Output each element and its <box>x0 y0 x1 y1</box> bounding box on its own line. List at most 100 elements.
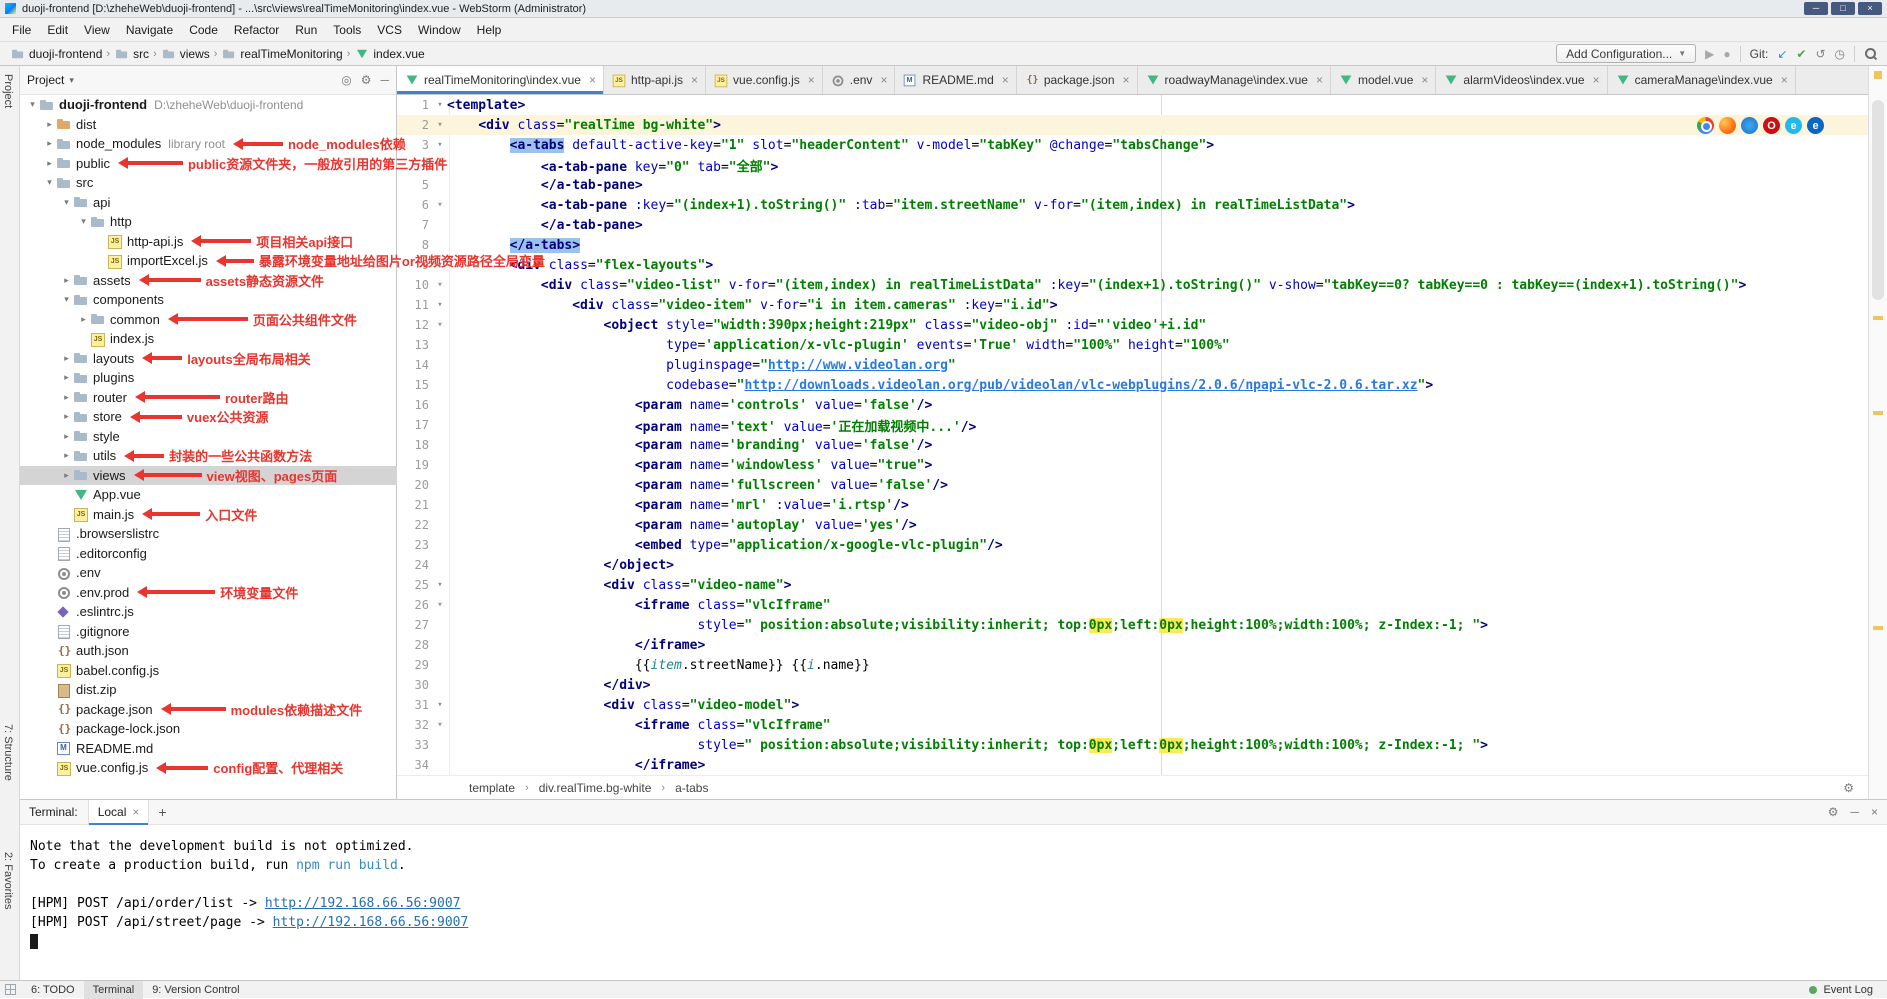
tree-item-app-vue[interactable]: App.vue <box>20 485 397 505</box>
fold-icon[interactable]: ▾ <box>433 100 447 110</box>
breadcrumb-src[interactable]: src <box>114 47 149 61</box>
chevron-right-icon[interactable]: ▸ <box>43 138 56 149</box>
terminal-output[interactable]: Note that the development build is not o… <box>20 825 1887 980</box>
inspection-status-icon[interactable] <box>1874 71 1882 79</box>
code-line[interactable]: 2▾ <div class="realTime bg-white"> <box>397 115 1868 135</box>
code-line[interactable]: 20 <param name='fullscreen' value='false… <box>397 475 1868 495</box>
tree-item-env[interactable]: .env <box>20 563 397 583</box>
add-configuration-button[interactable]: Add Configuration... ▼ <box>1556 44 1696 63</box>
status-6-todo[interactable]: 6: TODO <box>22 981 84 999</box>
code-line[interactable]: 3▾ <a-tabs default-active-key="1" slot="… <box>397 135 1868 155</box>
tab-package-json[interactable]: package.json× <box>1017 66 1138 94</box>
tree-item-public[interactable]: ▸publicpublic资源文件夹，一般放引用的第三方插件 <box>20 154 397 174</box>
chevron-down-icon[interactable]: ▾ <box>60 197 73 208</box>
chevron-right-icon[interactable]: ▸ <box>60 450 73 461</box>
tree-item-views[interactable]: ▸viewsview视图、pages页面 <box>20 466 397 486</box>
tree-item-plugins[interactable]: ▸plugins <box>20 368 397 388</box>
status-terminal[interactable]: Terminal <box>84 981 144 999</box>
warning-mark[interactable] <box>1873 316 1883 320</box>
git-commit-icon[interactable]: ✔ <box>1796 46 1806 62</box>
tab-close-icon[interactable]: × <box>1123 73 1130 87</box>
warning-mark[interactable] <box>1873 626 1883 630</box>
code-line[interactable]: 10▾ <div class="video-list" v-for="(item… <box>397 275 1868 295</box>
gear-icon[interactable]: ⚙ <box>1843 781 1854 795</box>
fold-icon[interactable]: ▾ <box>433 140 447 150</box>
close-icon[interactable]: × <box>1871 805 1878 819</box>
chevron-down-icon[interactable]: ▾ <box>60 294 73 305</box>
tree-item-vue-config-js[interactable]: vue.config.jsconfig配置、代理相关 <box>20 758 397 778</box>
tree-item-http-api-js[interactable]: http-api.js项目相关api接口 <box>20 232 397 252</box>
chevron-down-icon[interactable]: ▾ <box>26 99 39 110</box>
tree-item-common[interactable]: ▸common页面公共组件文件 <box>20 310 397 330</box>
tab-roadwaymanage-index-vue[interactable]: roadwayManage\index.vue× <box>1138 66 1331 94</box>
fold-icon[interactable]: ▾ <box>433 280 447 290</box>
tree-item-node-modules[interactable]: ▸node_moduleslibrary rootnode_modules依赖 <box>20 134 397 154</box>
tab-env[interactable]: .env× <box>823 66 896 94</box>
chevron-down-icon[interactable]: ▾ <box>77 216 90 227</box>
code-line[interactable]: 28 </iframe> <box>397 635 1868 655</box>
code-line[interactable]: 16 <param name='controls' value='false'/… <box>397 395 1868 415</box>
tree-item-env-prod[interactable]: .env.prod环境变量文件 <box>20 583 397 603</box>
tab-vue-config-js[interactable]: vue.config.js× <box>706 66 823 94</box>
menu-tools[interactable]: Tools <box>325 20 369 40</box>
status-9-version-control[interactable]: 9: Version Control <box>143 981 248 999</box>
git-revert-icon[interactable]: ↺ <box>1815 46 1825 62</box>
fold-icon[interactable]: ▾ <box>433 300 447 310</box>
locate-icon[interactable]: ◎ <box>341 73 351 87</box>
tab-close-icon[interactable]: × <box>1781 73 1788 87</box>
chevron-right-icon[interactable]: ▸ <box>60 392 73 403</box>
tree-item-eslintrc-js[interactable]: .eslintrc.js <box>20 602 397 622</box>
chevron-right-icon[interactable]: ▸ <box>60 470 73 481</box>
tab-cameramanage-index-vue[interactable]: cameraManage\index.vue× <box>1608 66 1796 94</box>
chevron-down-icon[interactable]: ▾ <box>69 75 74 86</box>
chevron-right-icon[interactable]: ▸ <box>60 431 73 442</box>
code-line[interactable]: 5 </a-tab-pane> <box>397 175 1868 195</box>
code-line[interactable]: 32▾ <iframe class="vlcIframe" <box>397 715 1868 735</box>
terminal-tab-local[interactable]: Local× <box>88 800 150 825</box>
tree-item-style[interactable]: ▸style <box>20 427 397 447</box>
fold-icon[interactable]: ▾ <box>433 200 447 210</box>
tree-item-browserslistrc[interactable]: .browserslistrc <box>20 524 397 544</box>
new-terminal-button[interactable]: + <box>158 804 166 820</box>
tool-windows-icon[interactable] <box>5 984 16 995</box>
tree-item-assets[interactable]: ▸assetsassets静态资源文件 <box>20 271 397 291</box>
tree-item-main-js[interactable]: main.js入口文件 <box>20 505 397 525</box>
code-line[interactable]: 29 {{item.streetName}} {{i.name}} <box>397 655 1868 675</box>
debug-icon[interactable]: ● <box>1723 46 1730 62</box>
git-update-icon[interactable]: ↙ <box>1777 46 1787 62</box>
tab-close-icon[interactable]: × <box>1002 73 1009 87</box>
ie-browser-icon[interactable]: e <box>1785 117 1802 134</box>
code-line[interactable]: 19 <param name='windowless' value="true"… <box>397 455 1868 475</box>
fold-icon[interactable]: ▾ <box>433 700 447 710</box>
terminal-link[interactable]: http://192.168.66.56:9007 <box>265 896 461 911</box>
code-line[interactable]: 21 <param name='mrl' :value='i.rtsp'/> <box>397 495 1868 515</box>
warning-mark[interactable] <box>1873 411 1883 415</box>
editor-breadcrumb-template[interactable]: template <box>469 781 515 795</box>
toolwindow-project[interactable]: Project <box>2 74 14 108</box>
code-line[interactable]: 8 </a-tabs> <box>397 235 1868 255</box>
tree-item-api[interactable]: ▾api <box>20 193 397 213</box>
code-line[interactable]: 7 </a-tab-pane> <box>397 215 1868 235</box>
breadcrumb-duoji-frontend[interactable]: duoji-frontend <box>10 47 102 61</box>
code-line[interactable]: 18 <param name='branding' value='false'/… <box>397 435 1868 455</box>
menu-vcs[interactable]: VCS <box>369 20 410 40</box>
code-line[interactable]: 30 </div> <box>397 675 1868 695</box>
fold-icon[interactable]: ▾ <box>433 600 447 610</box>
code-line[interactable]: 1▾<template> <box>397 95 1868 115</box>
tree-item-components[interactable]: ▾components <box>20 290 397 310</box>
tree-item-dist-zip[interactable]: dist.zip <box>20 680 397 700</box>
inspection-stripe[interactable] <box>1868 66 1887 799</box>
tab-alarmvideos-index-vue[interactable]: alarmVideos\index.vue× <box>1436 66 1607 94</box>
code-line[interactable]: 24 </object> <box>397 555 1868 575</box>
code-line[interactable]: 22 <param name='autoplay' value='yes'/> <box>397 515 1868 535</box>
editor-breadcrumb-a-tabs[interactable]: a-tabs <box>675 781 708 795</box>
minimize-icon[interactable]: ─ <box>1850 805 1859 819</box>
code-line[interactable]: 15 codebase="http://downloads.videolan.o… <box>397 375 1868 395</box>
terminal-tab-close-icon[interactable]: × <box>132 805 139 819</box>
run-icon[interactable]: ▶ <box>1705 46 1714 62</box>
fold-icon[interactable]: ▾ <box>433 580 447 590</box>
tree-item-importexcel-js[interactable]: importExcel.js暴露环境变量地址给图片or视频资源路径全局变量 <box>20 251 397 271</box>
code-line[interactable]: 11▾ <div class="video-item" v-for="i in … <box>397 295 1868 315</box>
toolwindow-7-structure[interactable]: 7: Structure <box>2 724 14 781</box>
tab-readme-md[interactable]: README.md× <box>895 66 1016 94</box>
